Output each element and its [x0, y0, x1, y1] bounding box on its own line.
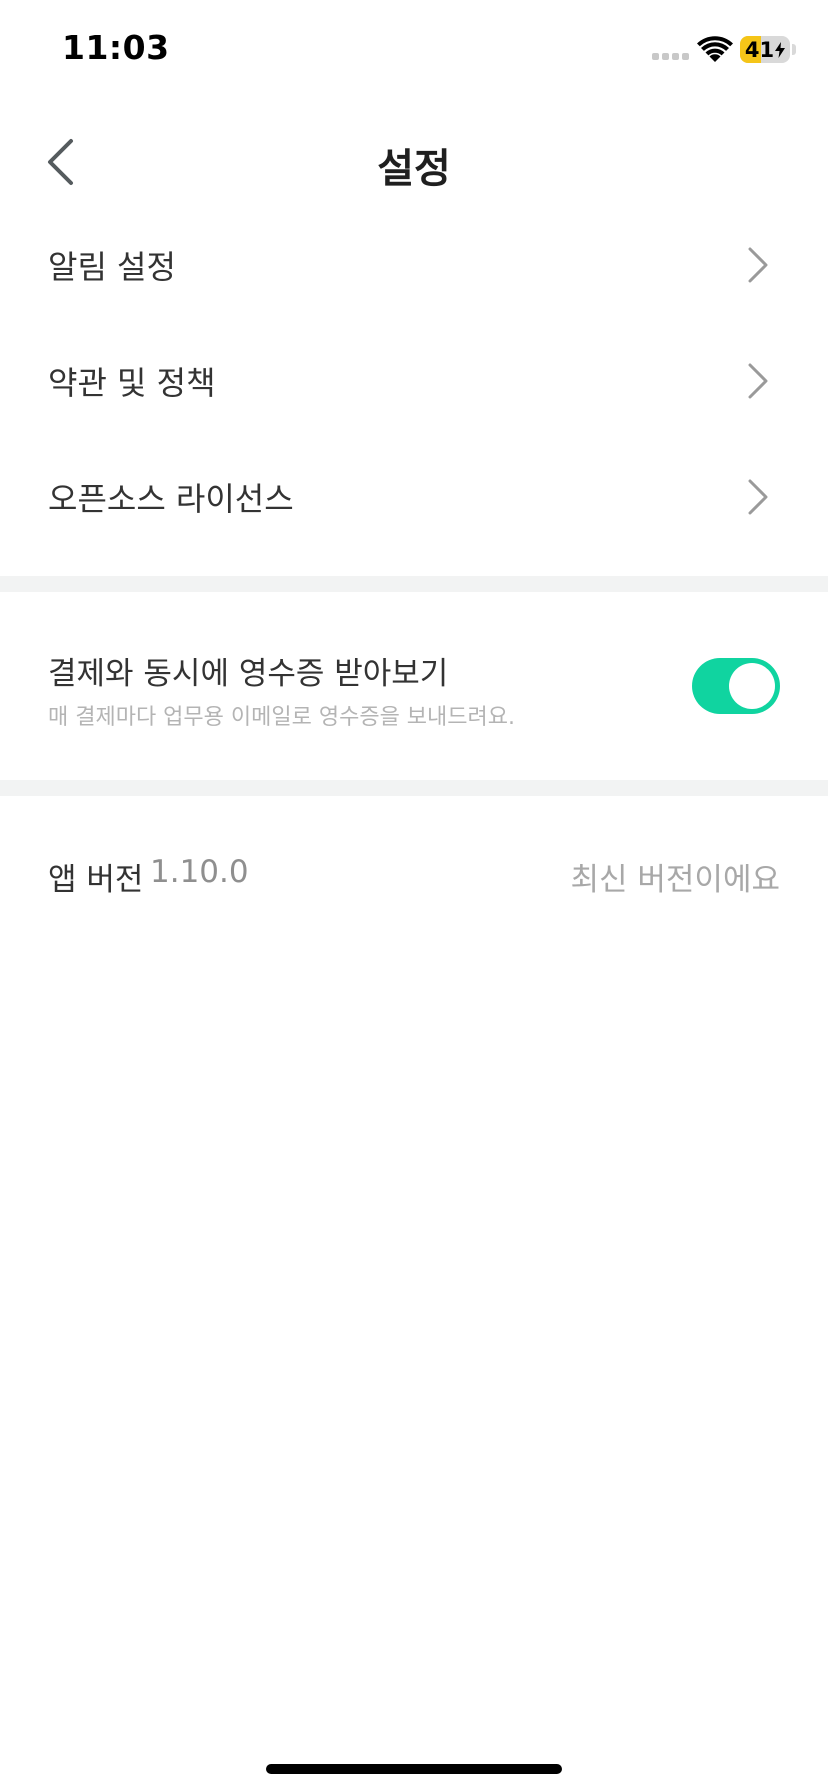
receipt-setting-row: 결제와 동시에 영수증 받아보기 매 결제마다 업무용 이메일로 영수증을 보내…	[0, 592, 828, 780]
menu-item-open-source-licenses[interactable]: 오픈소스 라이선스	[0, 439, 828, 555]
menu-item-label: 약관 및 정책	[48, 364, 216, 402]
receipt-setting-description: 매 결제마다 업무용 이메일로 영수증을 보내드려요.	[48, 705, 516, 730]
page-title: 설정	[377, 146, 451, 192]
receipt-toggle-switch[interactable]	[692, 658, 780, 714]
section-divider	[0, 576, 828, 592]
settings-menu-list: 알림 설정 약관 및 정책 오픈소스 라이선스	[0, 207, 828, 555]
status-time: 11:03	[62, 28, 170, 67]
menu-item-label: 알림 설정	[48, 248, 176, 286]
nav-bar: 설정	[0, 110, 828, 214]
chevron-right-icon	[748, 363, 768, 399]
battery-charging-icon: 41	[740, 36, 790, 63]
wifi-icon	[697, 36, 733, 62]
battery-cap	[792, 44, 796, 55]
toggle-knob	[729, 663, 775, 709]
app-version-label: 앱 버전	[48, 862, 144, 898]
home-indicator	[266, 1764, 562, 1774]
signal-dots-icon	[652, 53, 689, 60]
app-version-number: 1.10.0	[150, 854, 249, 890]
receipt-setting-title: 결제와 동시에 영수증 받아보기	[48, 656, 449, 692]
chevron-right-icon	[748, 479, 768, 515]
menu-item-terms-and-policies[interactable]: 약관 및 정책	[0, 323, 828, 439]
app-version-row: 앱 버전 1.10.0 최신 버전이에요	[0, 796, 828, 952]
chevron-right-icon	[748, 247, 768, 283]
battery-level-text: 41	[744, 37, 775, 62]
charging-bolt-icon	[775, 41, 786, 58]
menu-item-label: 오픈소스 라이선스	[48, 480, 294, 518]
section-divider	[0, 780, 828, 796]
app-version-status: 최신 버전이에요	[570, 862, 781, 898]
status-bar: 11:03 41	[0, 0, 828, 100]
menu-item-notification-settings[interactable]: 알림 설정	[0, 207, 828, 323]
